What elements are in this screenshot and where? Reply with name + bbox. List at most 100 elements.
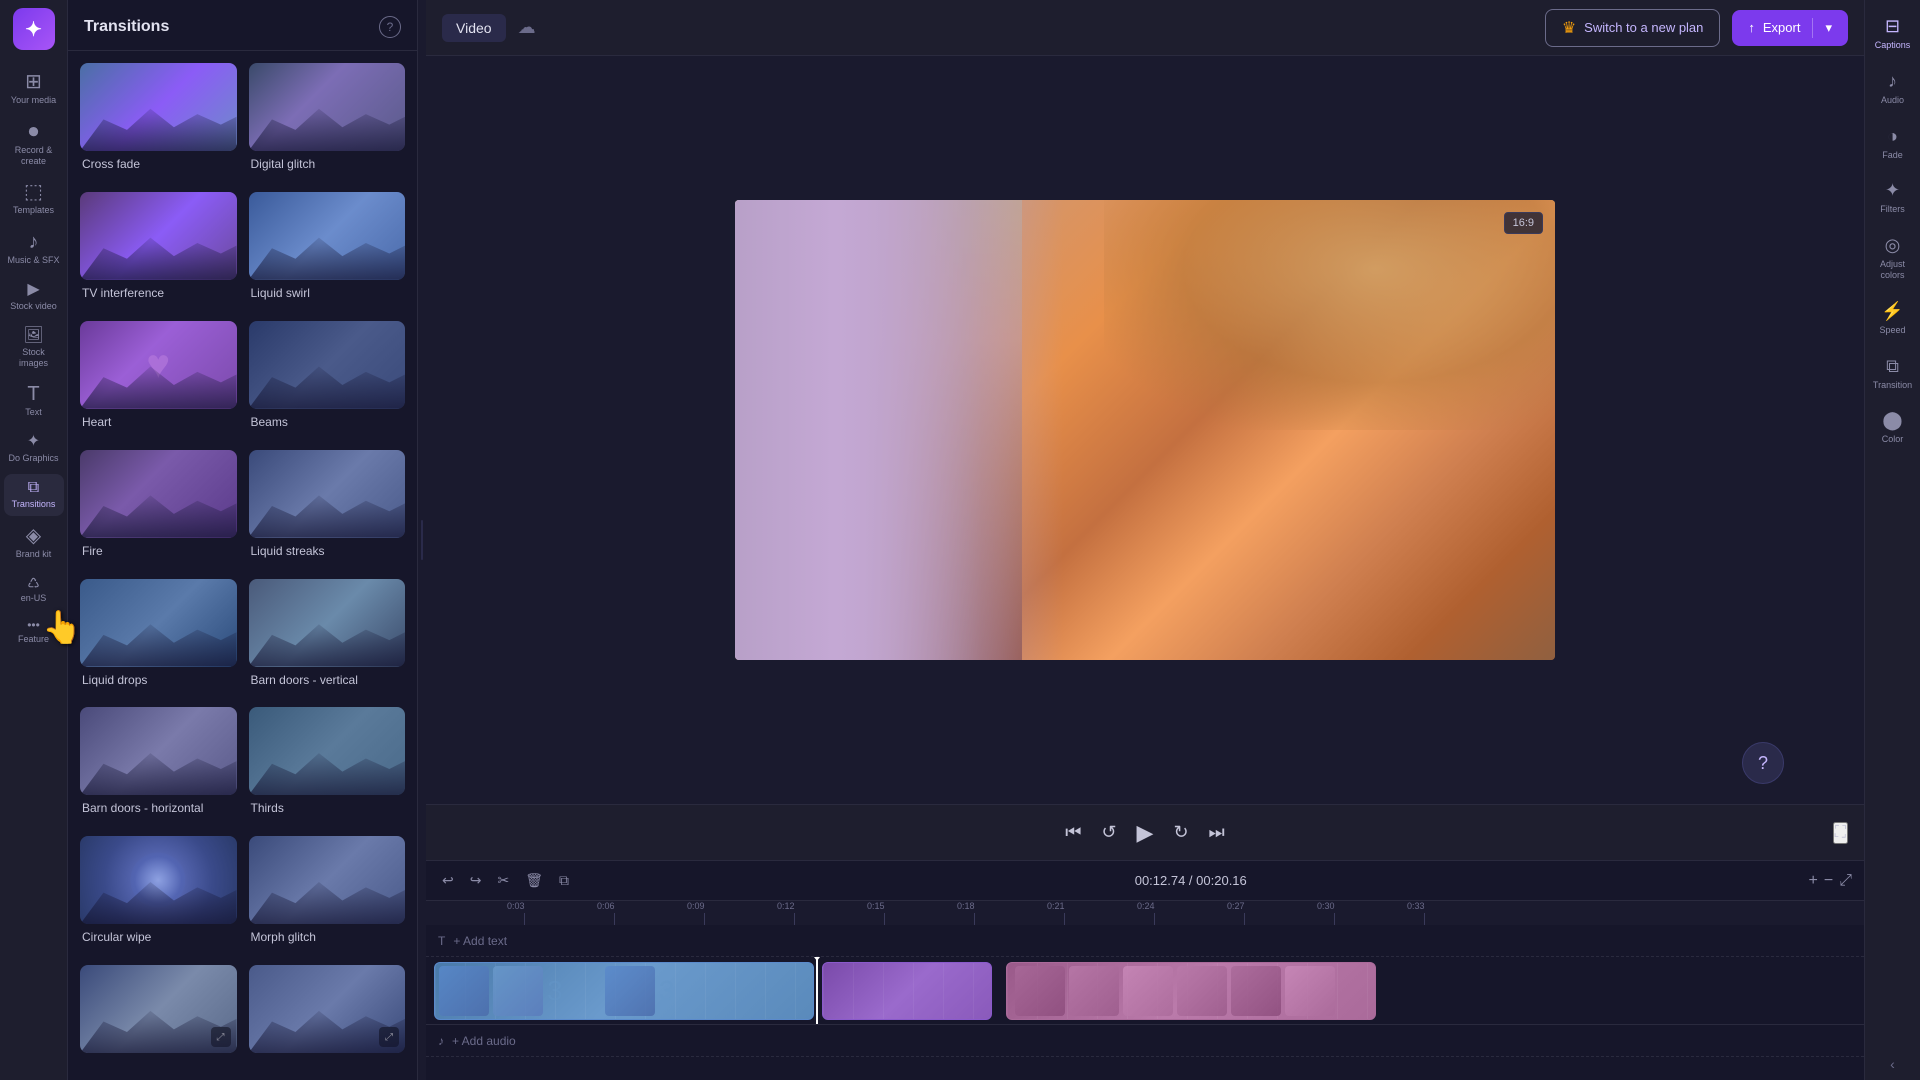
sidebar-item-transitions[interactable]: ⧉ Transitions [4, 474, 64, 516]
transition-barn-doors-horizontal[interactable]: Barn doors - horizontal [80, 707, 237, 824]
rewind-button[interactable]: ↺ [1101, 822, 1116, 843]
transition-extra1[interactable]: ⤢ [80, 965, 237, 1068]
right-item-speed[interactable]: ⚡ Speed [1867, 293, 1919, 344]
transition-cross-fade[interactable]: Cross fade [80, 63, 237, 180]
sidebar-label-your-media: Your media [11, 95, 56, 106]
fast-forward-button[interactable]: ↻ [1173, 822, 1188, 843]
clip-transition-pattern [823, 963, 991, 1019]
duplicate-button[interactable]: ⧉ [555, 868, 573, 893]
transition-thumb-circular-wipe [80, 836, 237, 924]
transition-thumb-thirds [249, 707, 406, 795]
clip-1-inner: 3 3 [435, 963, 813, 1019]
transition-name-tv-interference: TV interference [80, 286, 237, 300]
aspect-ratio-badge: 16:9 [1504, 212, 1543, 234]
transition-heart[interactable]: Heart [80, 321, 237, 438]
play-pause-button[interactable]: ▶ [1137, 820, 1154, 846]
expand-icon-extra2[interactable]: ⤢ [379, 1027, 399, 1047]
transition-name-heart: Heart [80, 415, 237, 429]
delete-button[interactable]: 🗑 [521, 868, 547, 893]
sidebar-item-music-sfx[interactable]: ♪ Music & SFX [4, 226, 64, 272]
transition-thumb-fire [80, 450, 237, 538]
help-button[interactable]: ? [379, 16, 401, 38]
adjust-colors-icon: ◎ [1885, 235, 1901, 256]
track-clip-1[interactable]: 3 3 [434, 962, 814, 1020]
panel-resize-handle[interactable] [418, 0, 426, 1080]
right-sidebar-collapse[interactable]: ‹ [1890, 1056, 1895, 1072]
sidebar-label-more: Feature [18, 634, 49, 645]
transitions-grid: Cross fadeDigital glitch TV interference L… [68, 51, 417, 1080]
tab-video[interactable]: Video [442, 14, 506, 42]
sidebar-item-brand-kit[interactable]: ◈ Brand kit [4, 520, 64, 566]
right-item-fade[interactable]: ◑ Fade [1867, 118, 1919, 169]
skip-to-end-button[interactable]: ⏭ [1209, 822, 1225, 843]
transition-circular-wipe[interactable]: Circular wipe [80, 836, 237, 953]
switch-plan-button[interactable]: ♛ Switch to a new plan [1545, 9, 1721, 47]
right-item-captions[interactable]: ⊟ Captions [1867, 8, 1919, 59]
ruler-tick [614, 913, 615, 925]
right-item-transition[interactable]: ⧉ Transition [1867, 348, 1919, 399]
record-create-icon: ⏺ [29, 122, 39, 142]
ruler-mark: 0:09 [704, 913, 705, 925]
expand-icon-extra1[interactable]: ⤢ [211, 1027, 231, 1047]
right-item-adjust-colors[interactable]: ◎ Adjust colors [1867, 227, 1919, 289]
right-item-color[interactable]: ⬤ Color [1867, 402, 1919, 453]
transition-beams[interactable]: Beams [249, 321, 406, 438]
ruler-label: 0:09 [687, 901, 705, 911]
sidebar-item-graphics[interactable]: ✦ Do Graphics [4, 428, 64, 470]
transition-extra2[interactable]: ⤢ [249, 965, 406, 1068]
track-clip-2[interactable] [1006, 962, 1376, 1020]
transition-icon: ⧉ [1886, 356, 1899, 377]
transition-liquid-swirl[interactable]: Liquid swirl [249, 192, 406, 309]
right-item-filters[interactable]: ✦ Filters [1867, 172, 1919, 223]
video-area: 16:9 ? [426, 56, 1864, 804]
sidebar-item-stock-video[interactable]: ▶ Stock video [4, 276, 64, 318]
transition-barn-doors-vertical[interactable]: Barn doors - vertical [249, 579, 406, 696]
fade-icon: ◑ [1887, 126, 1898, 147]
sidebar-item-your-media[interactable]: ⊞ Your media [4, 66, 64, 112]
stock-images-icon: 🖼 [23, 328, 43, 344]
export-button[interactable]: ↑ Export ▾ [1732, 10, 1848, 46]
app-logo[interactable]: ✦ [13, 8, 55, 50]
right-label-audio: Audio [1881, 95, 1904, 106]
transition-thumb-liquid-streaks [249, 450, 406, 538]
fullscreen-button[interactable]: ⛶ [1833, 822, 1848, 844]
track-clip-transition[interactable] [822, 962, 992, 1020]
redo-button[interactable]: ↪ [466, 868, 486, 893]
right-item-audio[interactable]: ♪ Audio [1867, 63, 1919, 114]
help-float-button[interactable]: ? [1742, 742, 1784, 784]
playhead[interactable] [816, 957, 818, 1024]
sidebar-item-record-create[interactable]: ⏺ Record & create [4, 116, 64, 173]
ruler-mark: 0:03 [524, 913, 525, 925]
transition-name-liquid-swirl: Liquid swirl [249, 286, 406, 300]
panel-header: Transitions ? [68, 0, 417, 51]
text-track-icon: T [438, 934, 445, 948]
templates-icon: ⬚ [24, 182, 43, 202]
transition-thirds[interactable]: Thirds [249, 707, 406, 824]
speed-icon: ⚡ [1881, 301, 1903, 322]
add-text-track[interactable]: T + Add text [426, 925, 1864, 957]
panel-title: Transitions [84, 18, 169, 36]
transition-tv-interference[interactable]: TV interference [80, 192, 237, 309]
zoom-in-button[interactable]: + [1809, 872, 1818, 890]
undo-button[interactable]: ↩ [438, 868, 458, 893]
sidebar-item-stock-images[interactable]: 🖼 Stock images [4, 322, 64, 375]
transition-thumb-extra2: ⤢ [249, 965, 406, 1053]
sidebar-item-more[interactable]: ••• Feature [4, 613, 64, 651]
transition-fire[interactable]: Fire [80, 450, 237, 567]
skip-to-start-button[interactable]: ⏮ [1065, 822, 1081, 843]
transition-liquid-streaks[interactable]: Liquid streaks [249, 450, 406, 567]
transition-morph-glitch[interactable]: Morph glitch [249, 836, 406, 953]
sidebar-item-templates[interactable]: ⬚ Templates [4, 176, 64, 222]
sidebar-item-text[interactable]: T Text [4, 378, 64, 424]
fit-zoom-button[interactable]: ⤢ [1839, 872, 1852, 890]
sidebar-item-en-us[interactable]: ♺ en-US [4, 570, 64, 610]
cut-button[interactable]: ✂ [493, 868, 513, 893]
cloud-icon[interactable]: ☁ [518, 17, 536, 38]
transition-name-circular-wipe: Circular wipe [80, 930, 237, 944]
transition-digital-glitch[interactable]: Digital glitch [249, 63, 406, 180]
add-audio-track[interactable]: ♪ + Add audio [426, 1025, 1864, 1057]
zoom-out-button[interactable]: − [1824, 872, 1833, 890]
export-icon: ↑ [1748, 20, 1755, 35]
right-label-transition: Transition [1873, 380, 1912, 391]
transition-liquid-drops[interactable]: Liquid drops [80, 579, 237, 696]
